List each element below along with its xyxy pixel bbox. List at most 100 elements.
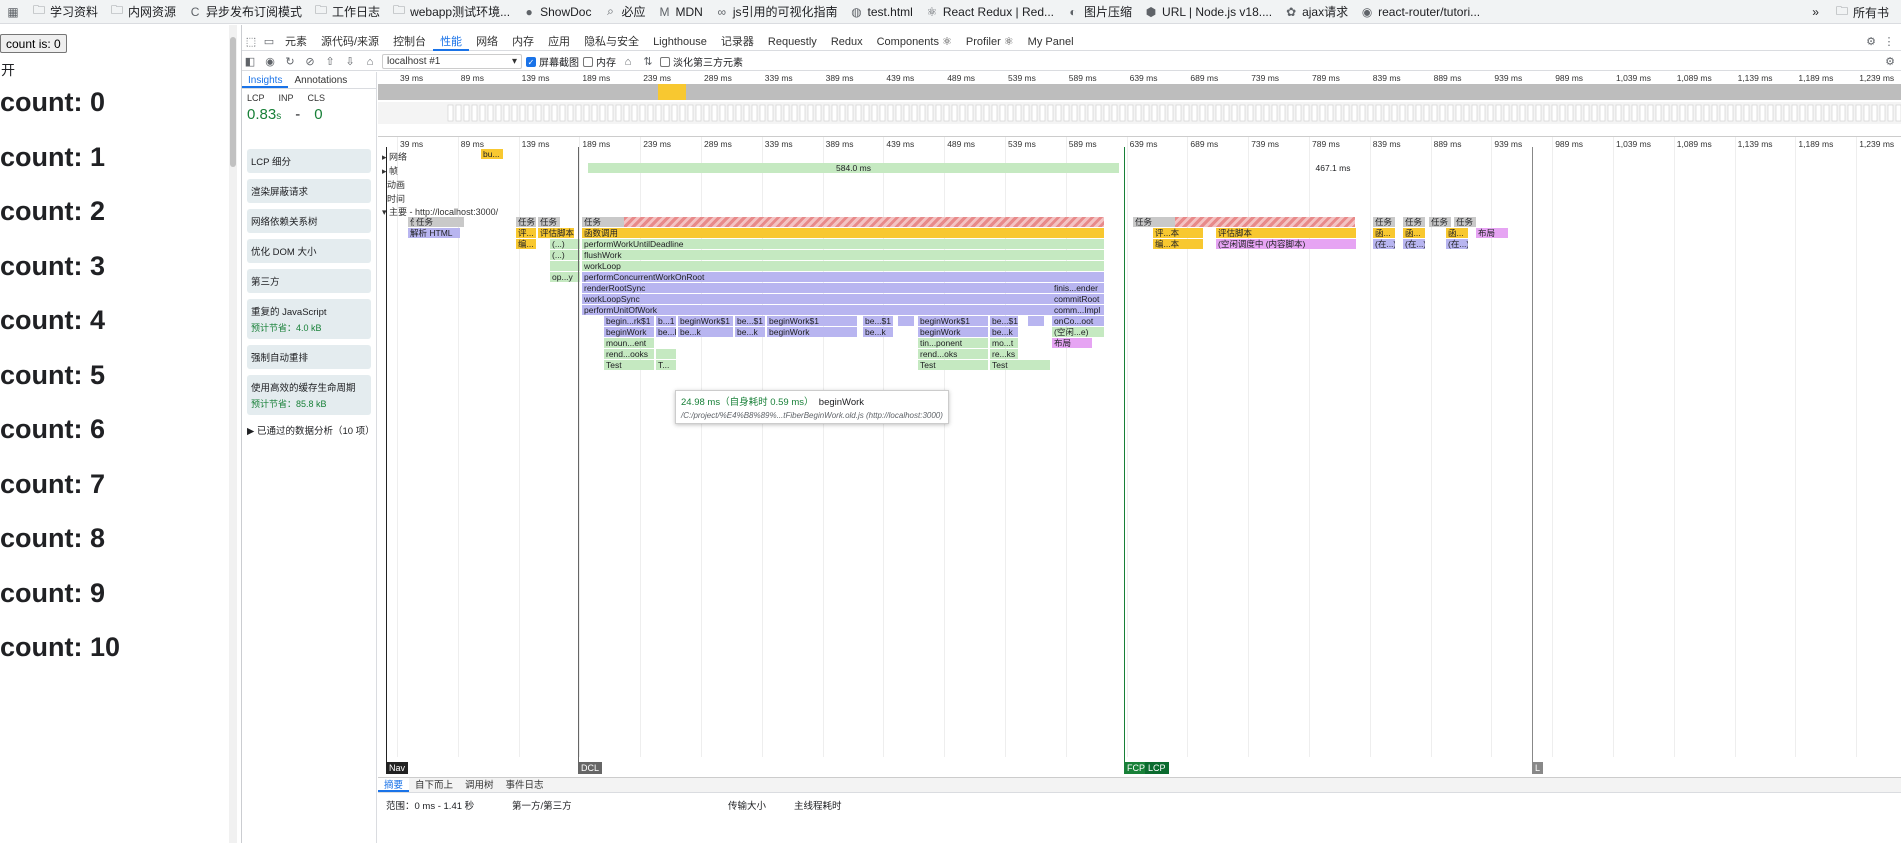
- count-button[interactable]: count is: 0: [0, 34, 67, 53]
- flame-event[interactable]: [1028, 316, 1044, 326]
- flame-chart[interactable]: 39 ms 89 ms 139 ms 189 ms 239 ms 289 ms 339 ms…: [378, 137, 1901, 777]
- insight-card[interactable]: 优化 DOM 大小: [247, 239, 371, 263]
- page-scrollbar[interactable]: [229, 25, 237, 843]
- flame-event[interactable]: be...$1: [863, 316, 893, 326]
- flame-event[interactable]: be...$1: [990, 316, 1018, 326]
- devtools-tab[interactable]: 性能: [433, 33, 470, 51]
- flame-event[interactable]: workLoop: [582, 261, 1104, 271]
- flame-event[interactable]: be...$1: [735, 316, 765, 326]
- flame-event[interactable]: 评...本: [1153, 228, 1203, 238]
- flame-event[interactable]: 评...: [516, 228, 536, 238]
- scrollbar-thumb[interactable]: [230, 37, 236, 167]
- flame-event[interactable]: 解析 HTML: [408, 228, 460, 238]
- details-tab[interactable]: 自下而上: [409, 778, 459, 792]
- all-bookmarks-button[interactable]: 🗀 所有书: [1829, 0, 1895, 23]
- flame-event[interactable]: 编...: [516, 239, 536, 249]
- memory-checkbox[interactable]: 内存: [583, 54, 616, 69]
- flame-event[interactable]: 布局: [1052, 338, 1092, 348]
- flame-event[interactable]: be...k: [678, 327, 733, 337]
- flame-event[interactable]: [624, 217, 1104, 227]
- flame-event[interactable]: 函...: [1446, 228, 1468, 238]
- tab-insights[interactable]: Insights: [242, 72, 289, 88]
- devtools-tab[interactable]: 网络: [469, 33, 505, 51]
- flame-event[interactable]: 任务: [582, 217, 624, 227]
- flame-event[interactable]: 函数调用: [582, 228, 1104, 238]
- flame-event[interactable]: be...k: [656, 327, 676, 337]
- flame-event[interactable]: 任务: [1133, 217, 1175, 227]
- flame-event[interactable]: Test: [918, 360, 988, 370]
- clear-icon[interactable]: ⊘: [302, 55, 318, 68]
- flame-event[interactable]: rend...oks: [918, 349, 988, 359]
- bookmark-item[interactable]: ⬢ URL | Node.js v18....: [1138, 0, 1278, 23]
- reload-record-icon[interactable]: ↻: [282, 55, 298, 68]
- flame-event[interactable]: commitRoot: [1052, 294, 1104, 304]
- flame-event[interactable]: (空闲调度中 (内容脚本): [1216, 239, 1356, 249]
- tab-annotations[interactable]: Annotations: [288, 72, 353, 88]
- sidebar-toggle-icon[interactable]: ◧: [242, 55, 258, 68]
- lcp-marker[interactable]: LCP: [1145, 762, 1169, 774]
- devtools-tab[interactable]: Lighthouse: [646, 33, 714, 51]
- main-track-task[interactable]: 任务: [414, 217, 464, 227]
- flame-event[interactable]: flushWork: [582, 250, 1104, 260]
- flame-event[interactable]: (...): [550, 239, 580, 249]
- upload-icon[interactable]: ⇧: [322, 55, 338, 68]
- flame-event[interactable]: workLoopSync: [582, 294, 1052, 304]
- insight-card[interactable]: 渲染屏蔽请求: [247, 179, 371, 203]
- bookmark-item[interactable]: ◍ test.html: [843, 0, 918, 23]
- flame-event[interactable]: op...y: [550, 272, 580, 282]
- url-select[interactable]: localhost #1 ▾: [382, 54, 522, 69]
- main-thread-time-column[interactable]: 主线程耗时: [794, 798, 842, 812]
- bookmark-item[interactable]: 🗀 内网资源: [104, 0, 182, 23]
- bookmark-item[interactable]: 🗀 工作日志: [308, 0, 386, 23]
- flame-event[interactable]: (...): [550, 250, 580, 260]
- transfer-size-column[interactable]: 传输大小: [728, 798, 766, 812]
- inspect-icon[interactable]: ⬚: [242, 35, 260, 48]
- insight-card[interactable]: 重复的 JavaScript 预计节省：4.0 kB: [247, 299, 371, 339]
- more-options-icon[interactable]: ⋮: [1880, 35, 1898, 48]
- party-column[interactable]: 第一方/第三方: [512, 798, 572, 812]
- flame-event[interactable]: rend...ooks: [604, 349, 654, 359]
- bookmark-item[interactable]: ⌕ 必应: [597, 0, 651, 23]
- flame-event[interactable]: performConcurrentWorkOnRoot: [582, 272, 1104, 282]
- flame-event[interactable]: beginWork: [918, 327, 988, 337]
- devtools-tab[interactable]: Components ⚛: [870, 33, 959, 51]
- bookmark-item[interactable]: M MDN: [651, 0, 708, 23]
- flame-event[interactable]: 任务: [1373, 217, 1395, 227]
- flame-event[interactable]: finis...ender: [1052, 283, 1104, 293]
- track-frames[interactable]: ▸ 帧: [382, 164, 398, 177]
- bookmark-item[interactable]: ◐ 图片压缩: [1060, 0, 1138, 23]
- flame-event[interactable]: 评估脚本: [1216, 228, 1356, 238]
- flame-event[interactable]: renderRootSync: [582, 283, 1052, 293]
- flame-event[interactable]: b...1: [656, 316, 676, 326]
- details-tab[interactable]: 事件日志: [500, 778, 550, 792]
- flame-event[interactable]: 编...本: [1153, 239, 1203, 249]
- flame-event[interactable]: [898, 316, 914, 326]
- flame-event[interactable]: mo...t: [990, 338, 1018, 348]
- frame-bar[interactable]: 467.1 ms: [1133, 163, 1533, 173]
- broom-icon[interactable]: ⌂: [620, 56, 636, 68]
- devtools-tab[interactable]: Requestly: [761, 33, 824, 51]
- timeline-overview[interactable]: 39 ms 89 ms 139 ms 189 ms 239 ms 289 ms 339 ms…: [378, 72, 1901, 137]
- flame-event[interactable]: beginWork$1: [678, 316, 733, 326]
- flame-event[interactable]: tin...ponent: [918, 338, 988, 348]
- flame-event[interactable]: (在...): [1446, 239, 1468, 249]
- flame-event[interactable]: be...k: [990, 327, 1018, 337]
- devtools-tab[interactable]: Redux: [824, 33, 870, 51]
- flame-event[interactable]: Test: [990, 360, 1050, 370]
- flame-event[interactable]: (在...): [1373, 239, 1395, 249]
- devtools-tab[interactable]: 记录器: [714, 33, 761, 51]
- bookmark-item[interactable]: ⚛ React Redux | Red...: [919, 0, 1060, 23]
- insight-card[interactable]: 第三方: [247, 269, 371, 293]
- details-tab[interactable]: 调用树: [459, 778, 500, 792]
- frame-bar[interactable]: 584.0 ms: [588, 163, 1119, 173]
- details-tab[interactable]: 摘要: [378, 778, 410, 792]
- bookmark-item[interactable]: ◉ react-router/tutori...: [1354, 0, 1486, 23]
- capture-settings-icon[interactable]: ⚙: [1882, 55, 1898, 68]
- flame-event[interactable]: re...ks: [990, 349, 1018, 359]
- flame-event[interactable]: 任务: [1454, 217, 1476, 227]
- flame-event[interactable]: (空闲...e): [1052, 327, 1104, 337]
- bookmark-item[interactable]: 🗀 webapp测试环境...: [386, 0, 516, 23]
- flame-event[interactable]: moun...ent: [604, 338, 654, 348]
- flame-event[interactable]: beginWork$1: [918, 316, 988, 326]
- bookmark-item[interactable]: 🗀 学习资料: [26, 0, 104, 23]
